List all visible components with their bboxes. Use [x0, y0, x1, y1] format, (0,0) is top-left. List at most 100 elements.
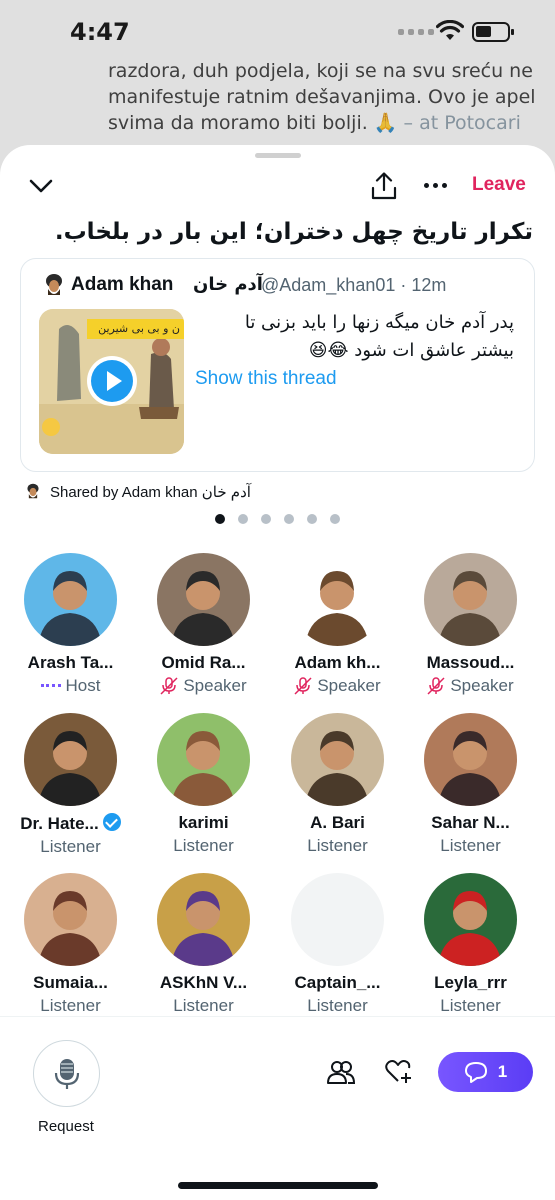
participant[interactable]: A. Bari Listener [271, 713, 404, 856]
show-thread-link[interactable]: Show this thread [195, 368, 337, 390]
participant-avatar[interactable] [291, 553, 384, 646]
host-icon [40, 684, 61, 688]
page-dot[interactable] [238, 514, 248, 524]
participant-avatar[interactable] [24, 873, 117, 966]
participant-name-text: karimi [178, 813, 229, 832]
participant-role: Speaker [137, 676, 270, 696]
pinned-tweet-author-name-fa[interactable]: آدم خان [193, 274, 263, 295]
participant-name-text: A. Bari [310, 813, 365, 832]
page-dot[interactable] [307, 514, 317, 524]
page-dot[interactable] [330, 514, 340, 524]
more-icon[interactable] [424, 183, 447, 188]
participant-name-text: Massoud... [426, 653, 515, 672]
participant[interactable]: Sahar N... Listener [404, 713, 537, 856]
sheet-grabber[interactable] [255, 153, 301, 158]
wifi-icon [436, 20, 464, 40]
status-bar: 4:47 [0, 0, 555, 62]
participant-role-text: Speaker [450, 676, 514, 695]
participant[interactable]: Massoud... Speaker [404, 553, 537, 696]
participant-name: Massoud... [404, 653, 537, 673]
participant[interactable]: Sumaia... Listener [4, 873, 137, 1016]
participant-name: Sahar N... [404, 813, 537, 833]
participant-role-text: Speaker [183, 676, 247, 695]
participant-role: Host [4, 676, 137, 696]
participant-role: Listener [271, 996, 404, 1016]
participant-role: Listener [137, 996, 270, 1016]
mic-off-icon [160, 677, 178, 695]
participant-role-text: Listener [173, 996, 234, 1015]
participant[interactable]: karimi Listener [137, 713, 270, 856]
heart-plus-icon[interactable] [385, 1058, 413, 1084]
participant-name: Leyla_rrr [404, 973, 537, 993]
microphone-icon [54, 1058, 79, 1089]
mic-off-icon [427, 677, 445, 695]
participant-name-text: Leyla_rrr [434, 973, 507, 992]
participant-avatar[interactable] [291, 713, 384, 806]
participant-name: Arash Ta... [4, 653, 137, 673]
participant-role-text: Speaker [317, 676, 381, 695]
participant[interactable]: Captain_... Listener [271, 873, 404, 1016]
pinned-tweet-author-name[interactable]: Adam khan [71, 274, 173, 296]
participant-name-text: Sahar N... [431, 813, 510, 832]
participant-avatar[interactable] [157, 553, 250, 646]
participant-role-text: Listener [307, 836, 368, 855]
cellular-signal-icon [398, 29, 434, 35]
verified-badge-icon [102, 813, 121, 831]
participant[interactable]: ASKhN V... Listener [137, 873, 270, 1016]
participant-avatar[interactable] [424, 553, 517, 646]
participant-role-text: Listener [440, 836, 501, 855]
participant-name: Sumaia... [4, 973, 137, 993]
play-icon[interactable] [87, 356, 137, 406]
pinned-tweet-handle: @Adam_khan01 · 12m [261, 275, 447, 295]
participant-avatar[interactable] [157, 873, 250, 966]
chevron-down-icon[interactable] [28, 175, 54, 197]
battery-icon [472, 22, 514, 42]
participant-avatar[interactable] [424, 873, 517, 966]
participant-role: Listener [404, 836, 537, 856]
participant[interactable]: Omid Ra... Speaker [137, 553, 270, 696]
participant-avatar[interactable] [24, 553, 117, 646]
request-to-speak-button[interactable] [33, 1040, 100, 1107]
space-title: تکرار تاریخ چهل دختران؛ این بار در بلخاب… [54, 219, 533, 245]
participant-role: Listener [271, 836, 404, 856]
participant-role: Listener [404, 996, 537, 1016]
participant-avatar[interactable] [24, 713, 117, 806]
participant[interactable]: Arash Ta... Host [4, 553, 137, 696]
pinned-tweet-video-thumbnail[interactable]: ن و بی بی شیرین [39, 309, 184, 454]
participant-avatar[interactable] [157, 713, 250, 806]
mic-off-icon [294, 677, 312, 695]
participant-role: Listener [137, 836, 270, 856]
people-icon[interactable] [327, 1059, 355, 1085]
participant-avatar[interactable] [291, 873, 384, 966]
participant-role-text: Listener [440, 996, 501, 1015]
participant-role-text: Listener [307, 996, 368, 1015]
leave-button[interactable]: Leave [472, 174, 526, 196]
participant-role: Listener [4, 996, 137, 1016]
participant-role: Speaker [404, 676, 537, 696]
share-icon[interactable] [370, 171, 398, 201]
home-indicator[interactable] [178, 1182, 378, 1189]
shared-by-text: Shared by Adam khan آدم خان [50, 484, 251, 501]
page-dot[interactable] [284, 514, 294, 524]
status-time: 4:47 [70, 18, 130, 46]
participant[interactable]: Dr. Hate... Listener [4, 713, 137, 857]
participant-name: Dr. Hate... [4, 813, 137, 834]
pinned-tweet-text: پدر آدم خان میگه زنها را باید بزنی تا بی… [244, 312, 514, 361]
participant[interactable]: Adam kh... Speaker [271, 553, 404, 696]
participant-name: Adam kh... [271, 653, 404, 673]
comments-button[interactable]: 1 [438, 1052, 533, 1092]
pinned-tweet-avatar[interactable] [41, 273, 67, 299]
participant-name-text: Arash Ta... [27, 653, 114, 672]
pinned-tweet-card[interactable]: Adam khan آدم خان @Adam_khan01 · 12m ن و… [20, 258, 535, 472]
participant-name-text: Captain_... [294, 973, 381, 992]
participant[interactable]: Leyla_rrr Listener [404, 873, 537, 1016]
participant-role-text: Listener [40, 996, 101, 1015]
pagination-dots[interactable] [215, 514, 340, 524]
participant-avatar[interactable] [424, 713, 517, 806]
request-label[interactable]: Request [38, 1118, 94, 1135]
page-dot[interactable] [261, 514, 271, 524]
page-dot[interactable] [215, 514, 225, 524]
comment-icon [464, 1062, 487, 1083]
shared-by-line: Shared by Adam khan آدم خان [24, 483, 251, 501]
participant-name-text: Sumaia... [33, 973, 108, 992]
